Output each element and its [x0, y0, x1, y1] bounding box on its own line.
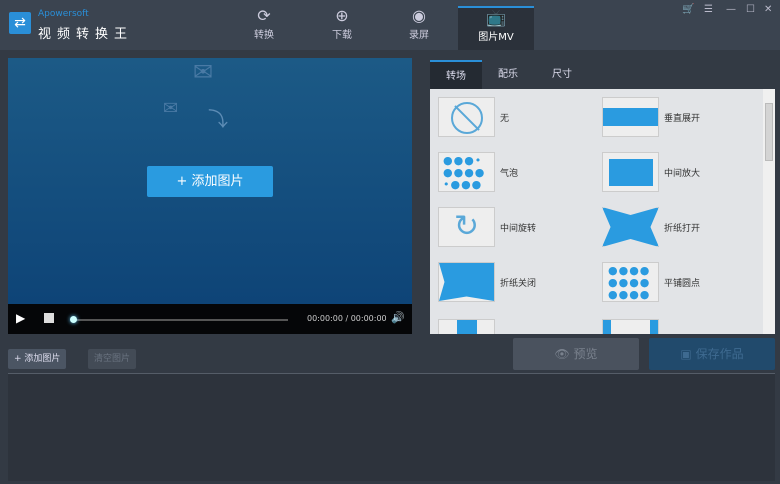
- envelope-icon: ✉: [163, 98, 179, 119]
- transition-none[interactable]: 无: [438, 97, 598, 139]
- stop-icon[interactable]: [44, 313, 54, 323]
- play-icon[interactable]: ▶: [16, 311, 25, 325]
- tv-icon: 📺: [486, 8, 506, 27]
- fold-open-icon: [602, 207, 659, 247]
- download-icon: ⊕: [335, 6, 349, 25]
- image-timeline: [8, 373, 775, 481]
- vertical-expand-icon: [602, 97, 659, 137]
- transition-list: 无 垂直展开 ●●●• ●●●● •●●● 气泡 中间放大 ↻ 中间旋转 折纸打开 折纸…: [430, 89, 775, 334]
- seek-handle[interactable]: [70, 316, 77, 323]
- transition-vertical-expand[interactable]: 垂直展开: [602, 97, 762, 139]
- scrollbar[interactable]: [763, 89, 775, 334]
- rotate-icon: ↻: [438, 207, 495, 247]
- nav-convert[interactable]: ⟳ 转换: [226, 6, 302, 50]
- save-work-button[interactable]: ▣ 保存作品: [649, 338, 775, 370]
- refresh-icon: ⟳: [257, 6, 271, 25]
- cart-icon[interactable]: 🛒: [682, 4, 694, 15]
- record-icon: ◉: [412, 6, 426, 25]
- transition-item[interactable]: [602, 319, 762, 334]
- save-icon: ▣: [680, 347, 696, 361]
- none-icon: [438, 97, 495, 137]
- add-image-button[interactable]: + 添加图片: [8, 349, 67, 369]
- transition-fold-close[interactable]: 折纸关闭: [438, 262, 598, 304]
- seek-bar[interactable]: [72, 319, 288, 321]
- tab-size[interactable]: 尺寸: [536, 60, 588, 89]
- transition-thumb: [438, 319, 495, 334]
- app-logo-icon: ⇄: [9, 12, 31, 34]
- preview-area: ⤵ ✉ ✉ + 添加图片: [8, 58, 412, 304]
- app-name: 视频转换王: [38, 27, 134, 42]
- tab-music[interactable]: 配乐: [482, 60, 534, 89]
- nav-download[interactable]: ⊕ 下载: [304, 6, 380, 50]
- title-bar: ⇄ Apowersoft 视频转换王 ⟳ 转换 ⊕ 下载 ◉ 录屏 📺 图片MV 🛒 ☰…: [0, 0, 780, 50]
- eye-icon: 👁: [554, 347, 574, 361]
- bubble-icon: ●●●• ●●●● •●●●: [438, 152, 495, 192]
- close-icon[interactable]: ✕: [764, 4, 772, 15]
- transition-rotate-center[interactable]: ↻ 中间旋转: [438, 207, 598, 249]
- preview-button[interactable]: 👁 预览: [513, 338, 639, 370]
- brand: Apowersoft: [38, 9, 89, 19]
- transition-item[interactable]: [438, 319, 598, 334]
- tab-transition[interactable]: 转场: [430, 60, 482, 89]
- tile-dots-icon: ●●●● ●●●● ●●●●: [602, 262, 659, 302]
- envelope-icon: ✉: [193, 58, 214, 86]
- fold-close-icon: [438, 262, 495, 302]
- volume-icon[interactable]: 🔊: [391, 311, 405, 324]
- transition-zoom-center[interactable]: 中间放大: [602, 152, 762, 194]
- transition-fold-open[interactable]: 折纸打开: [602, 207, 762, 249]
- transition-bubble[interactable]: ●●●• ●●●● •●●● 气泡: [438, 152, 598, 194]
- arrow-icon: ⤵: [208, 107, 228, 131]
- menu-icon[interactable]: ☰: [704, 4, 713, 15]
- zoom-center-icon: [602, 152, 659, 192]
- maximize-icon[interactable]: ☐: [746, 4, 755, 15]
- time-display: 00:00:00 / 00:00:00: [307, 314, 387, 323]
- nav-photo-mv[interactable]: 📺 图片MV: [458, 6, 534, 50]
- add-image-big-button[interactable]: + 添加图片: [147, 166, 273, 197]
- player-controls: ▶ 00:00:00 / 00:00:00 🔊: [8, 304, 412, 334]
- nav-record[interactable]: ◉ 录屏: [381, 6, 457, 50]
- transition-tile-dots[interactable]: ●●●● ●●●● ●●●● 平铺圆点: [602, 262, 762, 304]
- clear-images-button[interactable]: 清空图片: [88, 349, 137, 369]
- minimize-icon[interactable]: —: [726, 4, 736, 15]
- transition-thumb: [602, 319, 659, 334]
